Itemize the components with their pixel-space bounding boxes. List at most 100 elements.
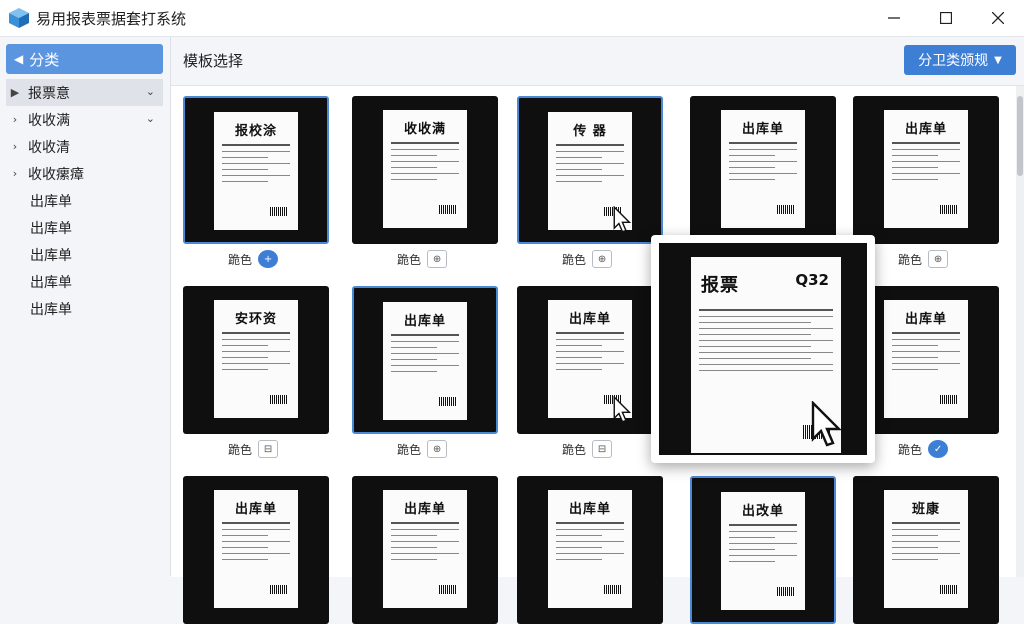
tree-item-label: 出库单 [30, 301, 72, 318]
template-card[interactable]: 收收满 [352, 96, 498, 244]
template-caption[interactable]: 跪色 ⊕ [562, 249, 613, 269]
tree-item[interactable]: › 收收满 ⌄ [6, 106, 163, 133]
template-caption[interactable]: 跪色 + [228, 249, 279, 269]
color-option-icon[interactable]: ⊟ [592, 440, 613, 458]
caption-label: 跪色 [562, 442, 587, 457]
category-header[interactable]: ◀ 分类 [6, 44, 163, 74]
tree-item[interactable]: 出库单 [6, 268, 163, 295]
receipt-title: 出改单 [741, 504, 784, 519]
receipt-thumbnail: 报校涂 [214, 112, 298, 230]
main-panel: 模板选择 分卫类颁规 ▼ 报校涂 跪色 + 收收满 跪色 ⊕ 传 器跪色 ⊕ 出库单 出库单 跪色 ⊕… [171, 37, 1024, 624]
caret-right-icon[interactable]: › [6, 167, 24, 180]
grid-scrollbar[interactable] [1016, 86, 1024, 577]
template-card[interactable]: 出改单 [690, 476, 836, 624]
caption-label: 跪色 [562, 252, 587, 267]
receipt-title: 出库单 [568, 312, 611, 327]
chevron-down-icon[interactable]: ⌄ [146, 85, 155, 98]
category-tree: ▶ 报票意 ⌄ › 收收满 ⌄ › 收收清 › 收收瘰瘴 出库单 出库单 出库单… [6, 79, 163, 322]
maximize-button[interactable] [920, 0, 972, 36]
template-caption[interactable]: 跪色 ⊕ [898, 249, 949, 269]
close-button[interactable] [972, 0, 1024, 36]
tree-item-label: 出库单 [30, 274, 72, 291]
receipt-thumbnail: 出库单 [884, 110, 968, 228]
receipt-title: 出库单 [403, 314, 446, 329]
minimize-button[interactable] [868, 0, 920, 36]
category-filter-button[interactable]: 分卫类颁规 ▼ [904, 45, 1016, 75]
tree-item[interactable]: 出库单 [6, 295, 163, 322]
template-card[interactable]: 出库单 [517, 476, 663, 624]
tree-item-label: 报票意 [28, 85, 70, 102]
template-card[interactable]: 出库单 [853, 96, 999, 244]
template-card[interactable]: 出库单 [517, 286, 663, 434]
caret-right-icon[interactable]: ▶ [6, 86, 24, 99]
scrollbar-thumb[interactable] [1017, 96, 1023, 176]
window-title: 易用报表票据套打系统 [36, 9, 187, 28]
template-caption[interactable]: 跪色 ⊕ [397, 439, 448, 459]
close-icon [992, 12, 1004, 24]
tree-item-label: 出库单 [30, 220, 72, 237]
template-card[interactable]: 出库单 [352, 286, 498, 434]
category-sidebar: ◀ 分类 ▶ 报票意 ⌄ › 收收满 ⌄ › 收收清 › 收收瘰瘴 出库单 出库… [0, 37, 171, 576]
caption-label: 跪色 [898, 442, 923, 457]
tree-item[interactable]: 出库单 [6, 241, 163, 268]
tree-item[interactable]: 出库单 [6, 214, 163, 241]
caption-label: 跪色 [397, 442, 422, 457]
receipt-title: 出库单 [904, 122, 947, 137]
color-option-icon[interactable]: ⊕ [592, 250, 613, 268]
receipt-thumbnail: 安环资 [214, 300, 298, 418]
color-option-icon[interactable]: ⊕ [427, 250, 448, 268]
caret-right-icon[interactable]: › [6, 140, 24, 153]
tree-item-label: 收收清 [28, 139, 70, 156]
receipt-title: 传 器 [573, 124, 607, 139]
template-card[interactable]: 出库单 [183, 476, 329, 624]
caption-label: 跪色 [228, 252, 253, 267]
template-card[interactable]: 班康 [853, 476, 999, 624]
minimize-icon [888, 17, 900, 19]
template-preview-popup[interactable]: 报票 Q32 [651, 235, 875, 463]
caption-label: 跪色 [228, 442, 253, 457]
chevron-down-icon[interactable]: ⌄ [146, 112, 155, 125]
receipt-thumbnail: 出库单 [884, 300, 968, 418]
tree-item[interactable]: › 收收清 [6, 133, 163, 160]
tree-item[interactable]: › 收收瘰瘴 [6, 160, 163, 187]
tree-item-label: 出库单 [30, 193, 72, 210]
tree-item[interactable]: 出库单 [6, 187, 163, 214]
receipt-title: 班康 [911, 502, 940, 517]
color-option-icon[interactable]: + [258, 250, 279, 268]
template-grid: 报校涂 跪色 + 收收满 跪色 ⊕ 传 器跪色 ⊕ 出库单 出库单 跪色 ⊕ 安环资 跪色 ⊟ 出库单 跪色 ⊕ 出… [171, 85, 1024, 624]
window-controls [868, 0, 1024, 36]
template-card[interactable]: 出库单 [690, 96, 836, 244]
title-bar: 易用报表票据套打系统 [0, 0, 1024, 37]
receipt-thumbnail: 出库单 [383, 302, 467, 420]
template-caption[interactable]: 跪色 ⊕ [397, 249, 448, 269]
template-caption[interactable]: 跪色 ✓ [898, 439, 949, 459]
receipt-thumbnail: 出库单 [214, 490, 298, 608]
receipt-title: 出库单 [741, 122, 784, 137]
color-option-icon[interactable]: ⊟ [258, 440, 279, 458]
tree-item-label: 收收满 [28, 112, 70, 129]
caret-right-icon[interactable]: › [6, 113, 24, 126]
receipt-title: 出库单 [568, 502, 611, 517]
template-card[interactable]: 安环资 [183, 286, 329, 434]
template-card[interactable]: 出库单 [352, 476, 498, 624]
receipt-title: 报校涂 [234, 124, 277, 139]
receipt-thumbnail: 出库单 [548, 490, 632, 608]
receipt-thumbnail: 收收满 [383, 110, 467, 228]
preview-receipt-code: Q32 [795, 271, 829, 289]
receipt-thumbnail: 出库单 [383, 490, 467, 608]
app-logo-icon [9, 8, 29, 28]
template-caption[interactable]: 跪色 ⊟ [228, 439, 279, 459]
page-title: 模板选择 [183, 52, 244, 70]
mouse-cursor-icon [613, 206, 632, 233]
template-card[interactable]: 传 器 [517, 96, 663, 244]
caption-label: 跪色 [397, 252, 422, 267]
tree-item[interactable]: ▶ 报票意 ⌄ [6, 79, 163, 106]
template-card[interactable]: 报校涂 [183, 96, 329, 244]
color-option-icon[interactable]: ✓ [928, 440, 949, 458]
receipt-title: 出库单 [403, 502, 446, 517]
color-option-icon[interactable]: ⊕ [928, 250, 949, 268]
receipt-title: 出库单 [904, 312, 947, 327]
template-caption[interactable]: 跪色 ⊟ [562, 439, 613, 459]
color-option-icon[interactable]: ⊕ [427, 440, 448, 458]
category-header-label: 分类 [29, 50, 60, 69]
